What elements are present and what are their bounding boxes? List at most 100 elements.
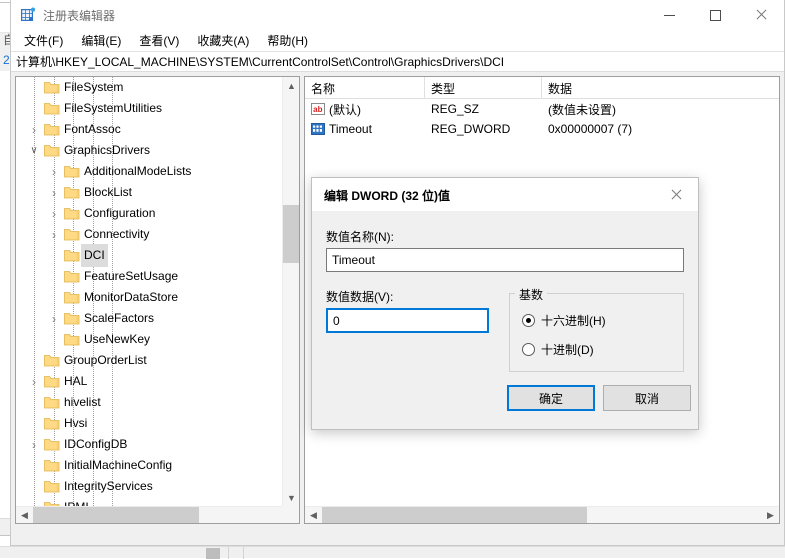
tree-item-idconfigdb[interactable]: › IDConfigDB [16, 434, 282, 455]
radio-decimal-indicator [522, 343, 535, 356]
tree-item-graphicsdrivers[interactable]: ∨ GraphicsDrivers [16, 140, 282, 161]
maximize-icon [710, 10, 721, 21]
chevron-right-icon[interactable]: › [46, 308, 62, 329]
tree-item-filesystem[interactable]: FileSystem [16, 77, 282, 98]
list-hscroll-thumb[interactable] [322, 507, 587, 524]
background-window-text-fragment-bottom: 2 [3, 53, 10, 67]
chevron-right-icon[interactable]: › [26, 434, 42, 455]
tree-item-dci[interactable]: DCI [16, 245, 282, 266]
chevron-right-icon[interactable]: › [26, 119, 42, 140]
tree-item-label: IDConfigDB [64, 434, 127, 455]
tree-item-label: GraphicsDrivers [64, 140, 150, 161]
ok-button[interactable]: 确定 [507, 385, 595, 411]
folder-icon [64, 228, 80, 241]
value-data-input[interactable] [326, 308, 489, 333]
column-header-data[interactable]: 数据 [542, 77, 772, 99]
folder-icon [64, 165, 80, 178]
radio-hexadecimal[interactable]: 十六进制(H) [522, 312, 606, 329]
chevron-right-icon[interactable]: › [26, 371, 42, 392]
tree-hscroll-thumb[interactable] [33, 507, 199, 524]
taskbar-item[interactable] [206, 548, 220, 559]
column-header-name[interactable]: 名称 [305, 77, 425, 99]
close-button[interactable] [738, 0, 784, 30]
desktop-background: 自 2 注册表编辑器 [0, 0, 785, 558]
tree-item-ipmi[interactable]: IPMI [16, 497, 282, 506]
scroll-right-icon[interactable]: ▶ [762, 507, 779, 524]
close-icon [755, 9, 767, 21]
maximize-button[interactable] [692, 0, 738, 30]
value-name-label: 数值名称(N): [326, 228, 394, 245]
dialog-close-button[interactable] [653, 178, 698, 211]
radio-decimal[interactable]: 十进制(D) [522, 341, 594, 358]
folder-icon [44, 102, 60, 115]
menu-item-edit[interactable]: 编辑(E) [72, 30, 130, 51]
menu-item-view[interactable]: 查看(V) [130, 30, 188, 51]
value-data-cell: (数值未设置) [548, 99, 616, 119]
scroll-left-icon[interactable]: ◀ [305, 507, 322, 524]
list-row[interactable]: ab(默认)REG_SZ(数值未设置) [305, 99, 779, 119]
taskbar-separator [243, 547, 244, 559]
folder-icon [64, 291, 80, 304]
tree-item-label: InitialMachineConfig [64, 455, 172, 476]
tree-item-label: ScaleFactors [84, 308, 154, 329]
svg-text:ab: ab [313, 105, 322, 114]
folder-icon [44, 396, 60, 409]
tree-item-filesystemutilities[interactable]: FileSystemUtilities [16, 98, 282, 119]
menu-item-file[interactable]: 文件(F) [15, 30, 72, 51]
tree-item-usenewkey[interactable]: UseNewKey [16, 329, 282, 350]
tree-item-integrityservices[interactable]: IntegrityServices [16, 476, 282, 497]
minimize-button[interactable] [646, 0, 692, 30]
tree-item-initialmachineconfig[interactable]: InitialMachineConfig [16, 455, 282, 476]
tree-item-scalefactors[interactable]: › ScaleFactors [16, 308, 282, 329]
menu-item-favorites[interactable]: 收藏夹(A) [188, 30, 258, 51]
value-name-input[interactable] [326, 248, 684, 272]
scroll-left-icon[interactable]: ◀ [16, 507, 33, 524]
menu-item-help[interactable]: 帮助(H) [258, 30, 317, 51]
address-bar[interactable]: 计算机\HKEY_LOCAL_MACHINE\SYSTEM\CurrentCon… [11, 51, 784, 72]
minimize-icon [664, 15, 675, 16]
tree-item-label: MonitorDataStore [84, 287, 178, 308]
tree-item-hvsi[interactable]: Hvsi [16, 413, 282, 434]
tree-vertical-scrollbar[interactable]: ▲ ▼ [282, 77, 299, 506]
tree-item-connectivity[interactable]: ›Connectivity [16, 224, 282, 245]
value-data-cell: 0x00000007 (7) [548, 119, 632, 139]
tree-item-configuration[interactable]: ›Configuration [16, 203, 282, 224]
tree-item-label: IPMI [64, 497, 89, 506]
folder-icon [44, 354, 60, 367]
scroll-down-icon[interactable]: ▼ [283, 489, 300, 506]
dialog-body: 数值名称(N): 数值数据(V): 基数 十六进制(H) 十进制(D) 确定 取… [312, 211, 698, 429]
cancel-button[interactable]: 取消 [603, 385, 691, 411]
chevron-down-icon[interactable]: ∨ [26, 140, 42, 161]
registry-tree-list: FileSystemFileSystemUtilities›FontAssoc∨… [16, 77, 282, 506]
chevron-right-icon[interactable]: › [46, 182, 62, 203]
menu-bar: 文件(F) 编辑(E) 查看(V) 收藏夹(A) 帮助(H) [11, 30, 784, 51]
tree-item-blocklist[interactable]: › BlockList [16, 182, 282, 203]
tree-item-label: UseNewKey [84, 329, 150, 350]
value-name-text: Timeout [329, 122, 372, 136]
value-name-cell: Timeout [311, 119, 372, 139]
tree-item-grouporderlist[interactable]: GroupOrderList [16, 350, 282, 371]
tree-item-hivelist[interactable]: hivelist [16, 392, 282, 413]
chevron-right-icon[interactable]: › [46, 203, 62, 224]
scroll-up-icon[interactable]: ▲ [283, 77, 300, 94]
list-row[interactable]: TimeoutREG_DWORD0x00000007 (7) [305, 119, 779, 139]
chevron-right-icon[interactable]: › [46, 224, 62, 245]
folder-icon [44, 438, 60, 451]
tree-item-label: BlockList [84, 182, 132, 203]
list-horizontal-scrollbar[interactable]: ◀ ▶ [305, 506, 779, 523]
value-data-label: 数值数据(V): [326, 288, 393, 305]
chevron-right-icon[interactable]: › [46, 161, 62, 182]
tree-item-monitordatastore[interactable]: MonitorDataStore [16, 287, 282, 308]
tree-item-featuresetusage[interactable]: FeatureSetUsage [16, 266, 282, 287]
folder-icon [64, 186, 80, 199]
tree-item-hal[interactable]: ›HAL [16, 371, 282, 392]
column-header-type[interactable]: 类型 [425, 77, 542, 99]
tree-item-label: DCI [81, 244, 108, 267]
tree-vscroll-thumb[interactable] [283, 205, 300, 263]
tree-item-label: FeatureSetUsage [84, 266, 178, 287]
tree-item-fontassoc[interactable]: ›FontAssoc [16, 119, 282, 140]
tree-horizontal-scrollbar[interactable]: ◀ ▶ [16, 506, 299, 523]
dword-value-icon [311, 122, 325, 136]
address-path-text: 计算机\HKEY_LOCAL_MACHINE\SYSTEM\CurrentCon… [11, 53, 504, 70]
tree-item-additionalmodelists[interactable]: ›AdditionalModeLists [16, 161, 282, 182]
